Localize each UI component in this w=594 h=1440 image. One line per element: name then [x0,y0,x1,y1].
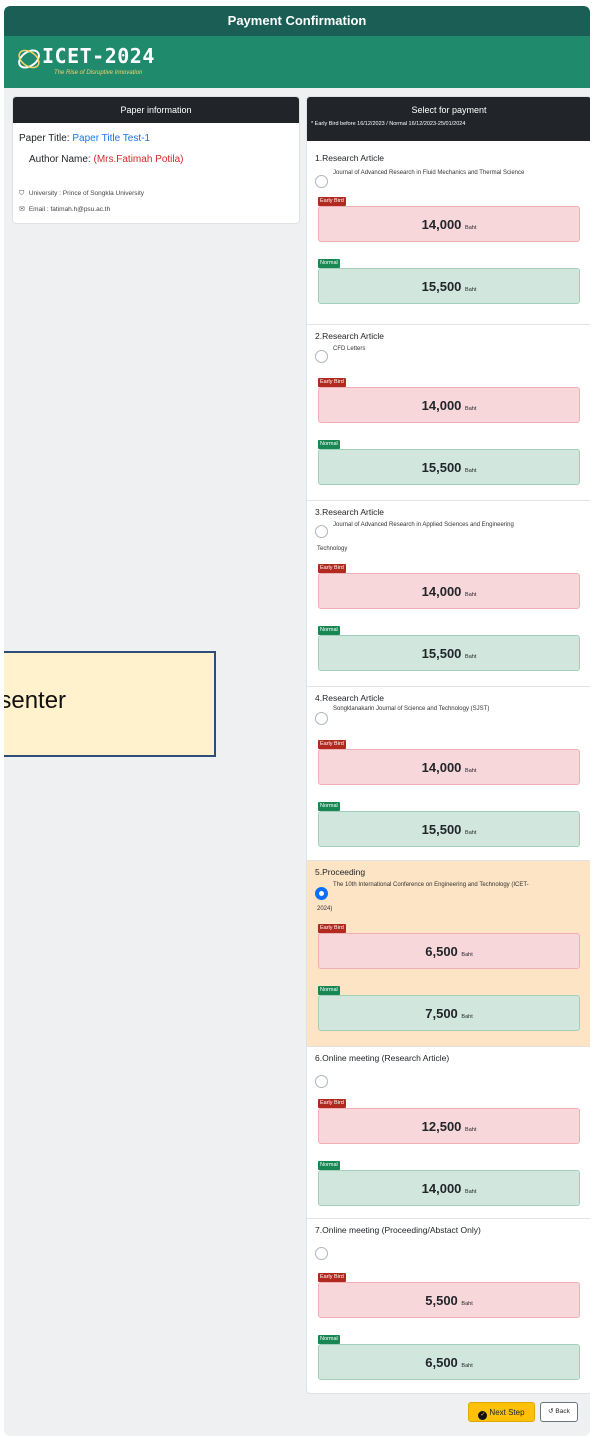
check-circle-icon: ✓ [478,1411,488,1420]
early-bird-tag: Early Bird [318,740,346,749]
mail-icon: ✉ [19,206,25,213]
normal-price: 6,500 Baht [318,1344,580,1380]
undo-icon: ↺ [548,1408,554,1415]
normal-price: 14,000 Baht [318,1170,580,1206]
journal-name: Journal of Advanced Research in Applied … [317,522,514,552]
author-value: (Mrs.Fatimah Potila) [93,154,184,165]
payment-option-4[interactable]: 4.Research Article Songklanakarin Journa… [307,687,590,861]
normal-tag: Normal [318,626,340,635]
early-bird-tag: Early Bird [318,378,346,387]
journal-name: CFD Letters [333,346,366,352]
paper-info-heading: Paper information [13,97,299,123]
early-bird-tag: Early Bird [318,924,346,933]
presenter-callout: esenter [4,651,216,757]
journal-name: Songklanakarin Journal of Science and Te… [333,706,490,712]
back-button[interactable]: ↺ Back [540,1402,578,1422]
university-row: ⛉ University : Prince of Songkla Univers… [19,190,144,198]
normal-tag: Normal [318,1335,340,1344]
early-bird-price: 6,500 Baht [318,933,580,969]
normal-tag: Normal [318,440,340,449]
conference-banner: ICET-2024 The Rise of Disruptive Innovat… [4,36,590,88]
page-frame: Payment Confirmation ICET-2024 The Rise … [4,6,590,1436]
option-radio[interactable] [315,1247,328,1260]
email-row: ✉ Email : fatimah.h@psu.ac.th [19,205,110,213]
payment-card: Select for payment * Early Bird before 1… [306,96,590,1394]
option-title: 7.Online meeting (Proceeding/Abstact Onl… [315,1225,481,1235]
early-bird-price: 14,000 Baht [318,749,580,785]
payment-option-5[interactable]: 5.Proceeding The 10th International Conf… [307,861,590,1047]
early-bird-price: 14,000 Baht [318,387,580,423]
university-text: University : Prince of Songkla Universit… [28,190,145,197]
normal-price: 15,500 Baht [318,449,580,485]
payment-option-7[interactable]: 7.Online meeting (Proceeding/Abstact Onl… [307,1219,590,1393]
normal-price: 7,500 Baht [318,995,580,1031]
normal-tag: Normal [318,986,340,995]
author-row: Author Name: (Mrs.Fatimah Potila) [29,154,184,165]
conference-logo-text: ICET-2024 [42,44,155,68]
payment-option-6[interactable]: 6.Online meeting (Research Article) Earl… [307,1047,590,1219]
payment-option-1[interactable]: 1.Research Article Journal of Advanced R… [307,147,590,325]
paper-title-row: Paper Title: Paper Title Test-1 [19,133,150,144]
normal-price: 15,500 Baht [318,268,580,304]
normal-price: 15,500 Baht [318,635,580,671]
early-bird-price: 5,500 Baht [318,1282,580,1318]
early-bird-price: 12,500 Baht [318,1108,580,1144]
paper-title-label: Paper Title: [19,133,70,144]
payment-option-3[interactable]: 3.Research Article Journal of Advanced R… [307,501,590,687]
normal-price: 15,500 Baht [318,811,580,847]
next-step-button[interactable]: ✓ Next Step [468,1402,535,1422]
conference-tagline: The Rise of Disruptive Innovation [54,70,143,76]
normal-tag: Normal [318,802,340,811]
journal-name: Journal of Advanced Research in Fluid Me… [333,170,525,176]
option-radio[interactable] [315,1075,328,1088]
shield-icon: ⛉ [19,190,25,197]
early-bird-tag: Early Bird [318,1099,346,1108]
paper-title-value: Paper Title Test-1 [72,133,151,144]
presenter-callout-text: esenter [4,687,67,714]
conference-logo-icon [18,49,40,69]
next-step-label: Next Step [489,1408,525,1417]
back-label: Back [555,1408,570,1415]
payment-date-note: * Early Bird before 16/12/2023 / Normal … [311,121,466,127]
early-bird-price: 14,000 Baht [318,206,580,242]
payment-heading-bar: Select for payment * Early Bird before 1… [307,97,590,141]
paper-info-card: Paper information Paper Title: Paper Tit… [12,96,300,224]
email-text: Email : fatimah.h@psu.ac.th [28,206,111,213]
early-bird-tag: Early Bird [318,197,346,206]
early-bird-tag: Early Bird [318,564,346,573]
author-label: Author Name: [29,154,91,165]
early-bird-tag: Early Bird [318,1273,346,1282]
journal-name: The 10th International Conference on Eng… [317,882,529,912]
page-title: Payment Confirmation [4,6,590,36]
payment-option-2[interactable]: 2.Research Article CFD Letters Early Bir… [307,325,590,501]
option-title: 6.Online meeting (Research Article) [315,1053,450,1063]
normal-tag: Normal [318,259,340,268]
early-bird-price: 14,000 Baht [318,573,580,609]
normal-tag: Normal [318,1161,340,1170]
payment-heading: Select for payment [411,105,487,115]
